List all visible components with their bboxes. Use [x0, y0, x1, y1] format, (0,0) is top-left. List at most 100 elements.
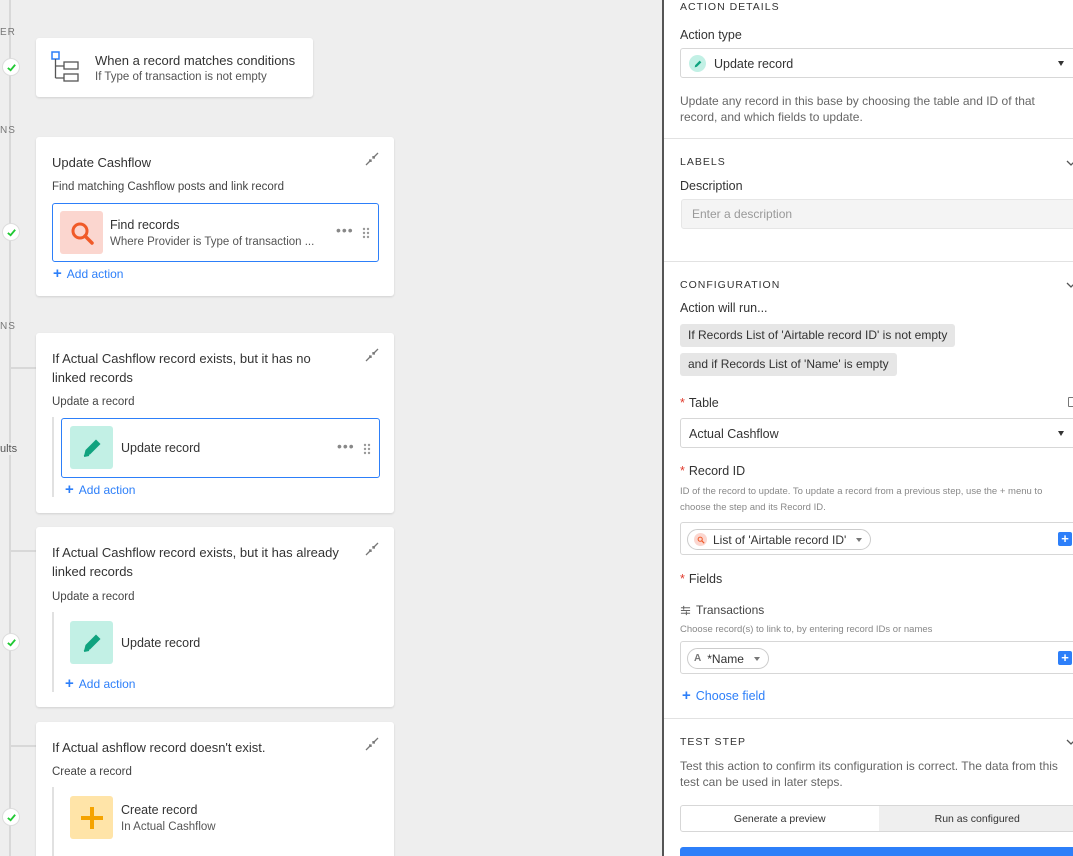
action-config-panel: ACTION DETAILS Action type Update record… — [662, 0, 1073, 856]
more-options-icon[interactable]: ••• — [337, 438, 355, 454]
description-input[interactable] — [682, 200, 1073, 228]
branch-connector — [10, 745, 36, 747]
action-type-select[interactable]: Update record — [680, 48, 1073, 78]
add-action-button[interactable]: + Add action — [53, 265, 123, 282]
linked-record-field-icon — [680, 605, 691, 615]
info-icon[interactable] — [1068, 397, 1073, 407]
action-group-doesnt-exist[interactable]: If Actual ashflow record doesn't exist. … — [36, 722, 394, 856]
action-type-label: Action type — [680, 28, 742, 42]
check-icon — [2, 223, 20, 241]
action-will-run-label: Action will run... — [680, 301, 768, 315]
description-field[interactable] — [681, 199, 1073, 229]
action-type-description: Update any record in this base by choosi… — [680, 94, 1035, 124]
branch-bar — [52, 787, 54, 856]
field-transactions: Transactions — [680, 603, 764, 617]
trigger-subtitle: If Type of transaction is not empty — [95, 71, 267, 83]
transactions-field[interactable]: A *Name + — [680, 641, 1073, 674]
name-token[interactable]: A *Name — [687, 648, 769, 669]
record-id-field[interactable]: List of 'Airtable record ID' + — [680, 522, 1073, 555]
chevron-down-icon[interactable] — [1066, 280, 1073, 290]
condition-chip[interactable]: If Records List of 'Airtable record ID' … — [680, 324, 956, 347]
plus-icon: + — [682, 687, 691, 704]
branch-connector — [10, 550, 36, 552]
chevron-down-icon[interactable] — [1066, 737, 1073, 747]
plus-icon: + — [65, 481, 74, 498]
drag-handle-icon[interactable] — [363, 443, 371, 455]
group-title: Update Cashflow — [52, 155, 151, 170]
plus-icon: + — [53, 265, 62, 282]
test-step-description: Test this action to confirm its configur… — [680, 759, 1058, 789]
table-value: Actual Cashflow — [689, 427, 779, 441]
branch-bar — [52, 417, 54, 497]
section-heading-configuration: CONFIGURATION — [680, 279, 781, 291]
action-title: Update record — [121, 636, 201, 650]
action-subtitle: Where Provider is Type of transaction ..… — [110, 236, 315, 248]
action-title: Find records — [110, 218, 180, 232]
search-icon — [694, 533, 707, 546]
search-icon — [60, 211, 103, 254]
action-group-no-linked[interactable]: If Actual Cashflow record exists, but it… — [36, 333, 394, 513]
chevron-down-icon — [1058, 61, 1064, 66]
insert-value-button[interactable]: + — [1058, 651, 1072, 665]
create-record-action[interactable]: Create record In Actual Cashflow — [61, 789, 380, 847]
chevron-down-icon — [753, 656, 760, 661]
section-heading-labels: LABELS — [680, 156, 726, 168]
chevron-down-icon[interactable] — [1066, 158, 1073, 168]
text-field-icon: A — [694, 653, 702, 664]
pencil-icon — [689, 55, 706, 72]
group-title: If Actual Cashflow record exists, but it… — [52, 351, 311, 385]
trigger-card[interactable]: When a record matches conditions If Type… — [36, 38, 313, 97]
rail-label-actions: NS — [0, 125, 16, 136]
check-icon — [2, 808, 20, 826]
plus-icon: + — [65, 675, 74, 692]
action-subtitle: In Actual Cashflow — [121, 821, 216, 833]
run-test-button[interactable] — [680, 847, 1073, 856]
add-action-button[interactable]: + Add action — [65, 481, 135, 498]
divider — [664, 138, 1073, 139]
collapse-icon[interactable] — [364, 736, 380, 752]
fields-label: * Fields — [680, 572, 723, 586]
branch-connector — [10, 367, 36, 369]
condition-chip[interactable]: and if Records List of 'Name' is empty — [680, 353, 897, 376]
record-id-token[interactable]: List of 'Airtable record ID' — [687, 529, 872, 550]
record-id-label: * Record ID — [680, 464, 746, 478]
run-as-configured-option[interactable]: Run as configured — [878, 806, 1073, 831]
section-heading-test-step: TEST STEP — [680, 736, 746, 748]
find-records-action[interactable]: Find records Where Provider is Type of t… — [52, 203, 379, 262]
pencil-icon — [70, 426, 113, 469]
rail-label-results: ults — [0, 443, 18, 455]
action-group-already-linked[interactable]: If Actual Cashflow record exists, but it… — [36, 527, 394, 707]
branch-bar — [52, 612, 54, 692]
record-id-help: ID of the record to update. To update a … — [680, 486, 1043, 513]
update-record-action-selected[interactable]: Update record ••• — [61, 418, 380, 478]
divider — [664, 261, 1073, 262]
table-label: * Table — [680, 396, 719, 410]
section-heading-action-details: ACTION DETAILS — [680, 1, 780, 13]
divider — [664, 718, 1073, 719]
action-title: Update record — [121, 441, 201, 455]
chevron-down-icon — [1058, 431, 1064, 436]
trigger-condition-icon — [50, 50, 82, 84]
trigger-title: When a record matches conditions — [95, 53, 296, 68]
action-group-update-cashflow[interactable]: Update Cashflow Find matching Cashflow p… — [36, 137, 394, 296]
drag-handle-icon[interactable] — [362, 227, 370, 239]
update-record-action[interactable]: Update record — [61, 614, 380, 672]
group-subtitle: Update a record — [52, 591, 135, 603]
field-help: Choose record(s) to link to, by entering… — [680, 624, 933, 635]
rail-label-conditions: NS — [0, 321, 16, 332]
group-subtitle: Update a record — [52, 396, 135, 408]
table-select[interactable]: Actual Cashflow — [680, 418, 1073, 448]
pencil-icon — [70, 621, 113, 664]
rail-label-trigger: ER — [0, 27, 16, 38]
collapse-icon[interactable] — [364, 541, 380, 557]
generate-preview-option[interactable]: Generate a preview — [681, 806, 879, 831]
collapse-icon[interactable] — [364, 151, 380, 167]
add-action-button[interactable]: + Add action — [65, 675, 135, 692]
collapse-icon[interactable] — [364, 347, 380, 363]
choose-field-button[interactable]: + Choose field — [682, 687, 765, 704]
group-title: If Actual Cashflow record exists, but it… — [52, 545, 339, 579]
description-label: Description — [680, 179, 743, 193]
insert-value-button[interactable]: + — [1058, 532, 1072, 546]
action-type-value: Update record — [714, 57, 794, 71]
more-options-icon[interactable]: ••• — [336, 222, 354, 238]
